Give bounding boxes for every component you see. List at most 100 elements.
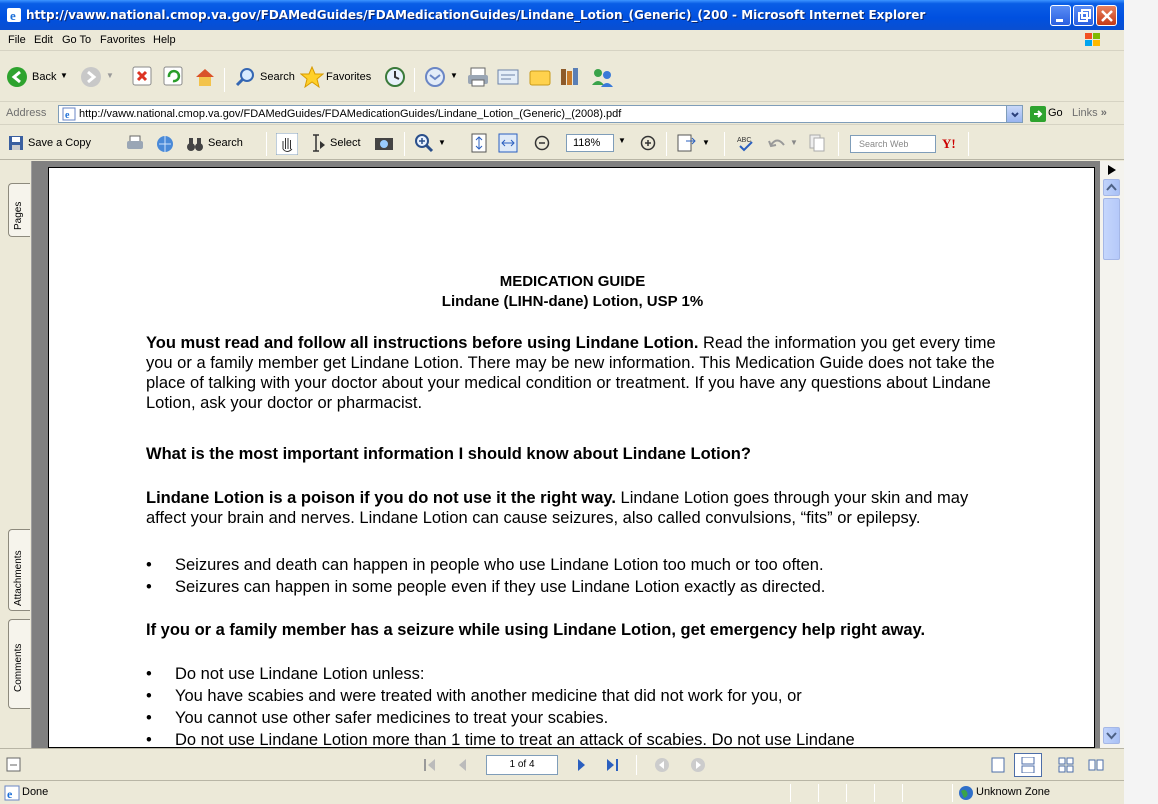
back-dropdown-icon[interactable]: ▼ — [60, 71, 68, 80]
poison-paragraph: Lindane Lotion is a poison if you do not… — [146, 489, 969, 527]
search-icon — [235, 68, 254, 87]
previous-page-icon[interactable] — [454, 757, 470, 773]
links-button[interactable]: Links » — [1072, 107, 1107, 119]
favorites-button[interactable]: Favorites — [300, 64, 378, 90]
next-view-icon[interactable] — [690, 757, 706, 773]
zoom-in-plus-button[interactable] — [640, 133, 658, 155]
edit-button[interactable] — [496, 64, 520, 90]
last-page-icon[interactable] — [604, 757, 620, 773]
facing-pages-icon[interactable] — [1058, 757, 1074, 773]
standard-toolbar: Back ▼ ▼ Search Favorites ▼ — [0, 52, 1124, 102]
forward-button[interactable]: ▼ — [80, 64, 118, 90]
previous-view-icon[interactable] — [654, 757, 670, 773]
printer-icon — [468, 67, 488, 87]
maximize-button[interactable] — [1073, 5, 1094, 26]
ie-icon: e — [6, 7, 22, 26]
next-page-icon[interactable] — [574, 757, 590, 773]
scroll-down-button[interactable] — [1103, 727, 1120, 744]
single-page-icon[interactable] — [990, 757, 1006, 773]
menu-edit[interactable]: Edit — [34, 34, 53, 46]
select-tool-button[interactable]: Select — [308, 133, 370, 155]
refresh-icon — [163, 66, 183, 86]
minimize-button[interactable] — [1050, 5, 1071, 26]
document-subtitle: Lindane (LIHN-dane) Lotion, USP 1% — [441, 293, 704, 310]
security-zone: Unknown Zone — [976, 786, 1050, 798]
folder-icon — [529, 70, 551, 86]
stop-icon — [132, 66, 152, 86]
tab-attachments[interactable]: Attachments — [8, 529, 30, 611]
document-title: MEDICATION GUIDE — [499, 273, 646, 290]
history-button[interactable] — [384, 64, 406, 90]
menu-help[interactable]: Help — [153, 34, 176, 46]
back-button[interactable]: Back ▼ — [6, 64, 72, 90]
zoom-in-button[interactable]: ▼ — [414, 133, 450, 155]
zoom-level-field[interactable]: 118% — [566, 134, 614, 152]
rotate-button[interactable]: ▼ — [676, 133, 716, 155]
first-page-icon[interactable] — [422, 757, 438, 773]
text-cursor-icon — [313, 134, 325, 152]
address-dropdown-icon[interactable] — [1006, 106, 1022, 122]
globe-icon — [959, 786, 973, 800]
continuous-page-button[interactable] — [1014, 753, 1042, 777]
close-button[interactable] — [1096, 5, 1117, 26]
copy-page-icon — [809, 134, 825, 152]
yahoo-button[interactable]: Y! — [942, 136, 956, 152]
hand-tool-button[interactable] — [276, 133, 300, 155]
address-bar: Address e http://vaww.national.cmop.va.g… — [0, 103, 1124, 125]
zoom-dropdown-icon[interactable]: ▼ — [618, 136, 626, 158]
page-icon: e — [62, 107, 76, 121]
messenger-button[interactable] — [590, 64, 616, 90]
status-text: Done — [22, 786, 49, 798]
windows-logo-icon — [1084, 32, 1102, 51]
search-web-input[interactable]: Search Web — [850, 135, 936, 153]
continuous-page-icon — [1021, 757, 1035, 773]
menu-go-to[interactable]: Go To — [62, 34, 91, 46]
search-button[interactable]: Search — [234, 64, 298, 90]
folder-button[interactable] — [528, 64, 552, 90]
address-label: Address — [6, 107, 47, 119]
menu-file[interactable]: File — [8, 34, 26, 46]
tab-pages[interactable]: Pages — [8, 183, 30, 237]
page-number-field[interactable]: 1 of 4 — [486, 755, 558, 775]
continuous-facing-icon[interactable] — [1088, 757, 1104, 773]
history-icon — [385, 67, 405, 87]
refresh-button[interactable] — [163, 64, 185, 90]
scroll-up-button[interactable] — [1103, 179, 1120, 196]
printer-icon — [127, 135, 143, 149]
stop-button[interactable] — [132, 64, 154, 90]
vertical-scrollbar[interactable] — [1100, 161, 1124, 748]
page-layout-icon[interactable] — [6, 757, 22, 773]
fit-page-button[interactable] — [470, 133, 490, 155]
zoom-out-button[interactable] — [534, 133, 552, 155]
go-button[interactable]: Go — [1030, 106, 1070, 122]
menu-favorites[interactable]: Favorites — [100, 34, 145, 46]
messenger-icon — [592, 69, 613, 87]
copy-button[interactable] — [808, 133, 828, 155]
fit-width-icon — [498, 133, 518, 153]
edit-page-icon — [497, 69, 519, 85]
page-arrow-icon — [677, 134, 696, 152]
scroll-thumb[interactable] — [1103, 198, 1120, 260]
email-button[interactable] — [156, 133, 176, 155]
spellcheck-button[interactable]: ABC — [736, 133, 758, 155]
options-arrow-icon[interactable] — [1107, 164, 1117, 176]
home-button[interactable] — [194, 64, 216, 90]
undo-button[interactable]: ▼ — [766, 133, 802, 155]
address-input[interactable]: e http://vaww.national.cmop.va.gov/FDAMe… — [58, 105, 1023, 123]
ie-page-icon: e — [4, 785, 20, 801]
pdf-search-button[interactable]: Search — [186, 133, 262, 155]
pdf-print-button[interactable] — [126, 133, 146, 155]
snapshot-button[interactable] — [374, 133, 396, 155]
magnifier-icon — [415, 134, 434, 153]
tab-comments[interactable]: Comments — [8, 619, 30, 709]
mail-button[interactable]: ▼ — [424, 64, 460, 90]
spellcheck-icon: ABC — [737, 137, 753, 152]
save-copy-button[interactable]: Save a Copy — [8, 133, 118, 155]
svg-text:e: e — [10, 8, 16, 23]
print-button[interactable] — [466, 64, 490, 90]
research-button[interactable] — [558, 64, 584, 90]
pdf-page: MEDICATION GUIDE Lindane (LIHN-dane) Lot… — [48, 167, 1095, 748]
status-bar: e Done Unknown Zone — [0, 780, 1124, 804]
undo-icon — [768, 139, 785, 148]
fit-width-button[interactable] — [498, 133, 520, 155]
